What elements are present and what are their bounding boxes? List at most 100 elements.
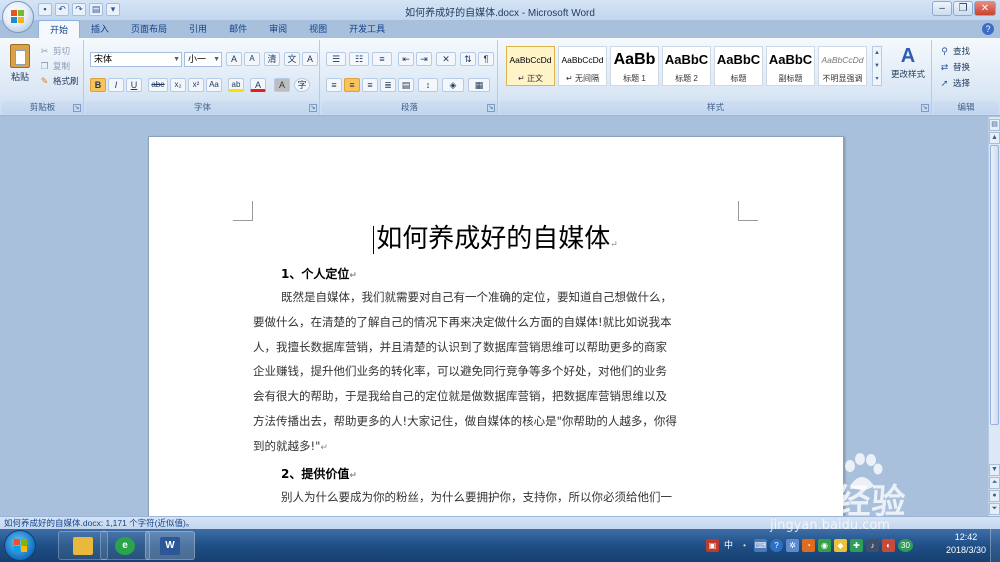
align-center-icon[interactable]: ≡ (344, 78, 360, 92)
font-size-dropdown[interactable]: 小一 ▼ (184, 52, 222, 67)
font-launcher-icon[interactable]: ↘ (309, 104, 317, 112)
minimize-button[interactable]: – (932, 1, 952, 16)
section-paragraph[interactable]: 既然是自媒体，我们就需要对自己有一个准确的定位，要知道自己想做什么， 要做什么，… (253, 285, 741, 461)
styles-launcher-icon[interactable]: ↘ (921, 104, 929, 112)
style-title[interactable]: AaBbC 标题 (714, 46, 763, 86)
enclose-characters-button[interactable]: 字 (294, 78, 310, 92)
tab-developer[interactable]: 开发工具 (338, 20, 396, 38)
shield-tray-icon[interactable]: ✚ (850, 539, 863, 552)
tab-home[interactable]: 开始 (38, 20, 81, 38)
distributed-icon[interactable]: ▤ (398, 78, 414, 92)
taskbar-ie-button[interactable]: e (100, 531, 150, 560)
tab-review[interactable]: 审阅 (258, 20, 298, 38)
vertical-scrollbar[interactable]: ▤ ▲ ▼ ⏶ ● ⏷ (988, 117, 1000, 516)
previous-page-icon[interactable]: ⏶ (989, 477, 1000, 489)
bullets-icon[interactable]: ☰ (326, 52, 346, 66)
character-border-icon[interactable]: A (302, 52, 318, 66)
show-marks-icon[interactable]: ¶ (478, 52, 494, 66)
chat-tray-icon[interactable]: ◔ (802, 539, 815, 552)
document-page[interactable]: 如何养成好的自媒体↵ 1、个人定位↵ 既然是自媒体，我们就需要对自己有一个准确的… (148, 136, 844, 516)
scroll-down-icon[interactable]: ▼ (989, 464, 1000, 476)
close-button[interactable]: ✕ (974, 1, 996, 16)
font-color-button[interactable]: A (250, 78, 266, 92)
select-button[interactable]: ➚ 选择 (938, 76, 970, 90)
styles-scroll[interactable]: ▲ ▼ ▾ (872, 46, 882, 86)
italic-button[interactable]: I (108, 78, 124, 92)
network-tray-icon[interactable]: ◐ (882, 539, 895, 552)
keyboard-tray-icon[interactable]: ⌨ (754, 539, 767, 552)
tab-references[interactable]: 引用 (178, 20, 218, 38)
numbering-icon[interactable]: ☷ (349, 52, 369, 66)
decrease-indent-icon[interactable]: ⇤ (398, 52, 414, 66)
help-tray-icon[interactable]: ? (770, 539, 783, 552)
paragraph-shading-icon[interactable]: ◈ (442, 78, 464, 92)
underline-button[interactable]: U (126, 78, 142, 92)
office-button[interactable] (2, 1, 34, 33)
phonetic-guide-icon[interactable]: 文 (284, 52, 300, 66)
chinese-layout-icon[interactable]: ✕ (436, 52, 456, 66)
find-button[interactable]: ⚲ 查找 (938, 44, 970, 58)
document-title[interactable]: 如何养成好的自媒体↵ (253, 223, 738, 261)
highlight-button[interactable]: ab (228, 78, 244, 92)
change-case-button[interactable]: Aa (206, 78, 222, 92)
borders-icon[interactable]: ▦ (468, 78, 490, 92)
clock[interactable]: 12:42 2018/3/30 (946, 531, 986, 557)
style-normal[interactable]: AaBbCcDd ↵ 正文 (506, 46, 555, 86)
sort-icon[interactable]: ⇅ (460, 52, 476, 66)
start-button[interactable] (4, 530, 36, 561)
status-text[interactable]: 如何养成好的自媒体.docx: 1,171 个字符(近似值)。 (4, 518, 194, 528)
dot-tray-icon[interactable]: • (738, 539, 751, 552)
style-no-spacing[interactable]: AaBbCcDd ↵ 无间隔 (558, 46, 607, 86)
settings-tray-icon[interactable]: ✲ (786, 539, 799, 552)
increase-indent-icon[interactable]: ⇥ (416, 52, 432, 66)
document-area[interactable]: 如何养成好的自媒体↵ 1、个人定位↵ 既然是自媒体，我们就需要对自己有一个准确的… (0, 117, 988, 516)
badge-tray-icon[interactable]: 30 (898, 539, 913, 552)
scroll-thumb[interactable] (990, 145, 999, 425)
superscript-button[interactable]: x² (188, 78, 204, 92)
clear-formatting-icon[interactable]: 清 (264, 52, 280, 66)
strikethrough-button[interactable]: abe (148, 78, 168, 92)
copy-button[interactable]: ❐ 复制 (38, 59, 70, 73)
ruler-toggle-icon[interactable]: ▤ (989, 119, 1000, 131)
change-styles-button[interactable]: A 更改样式 (886, 44, 930, 80)
subscript-button[interactable]: x₂ (170, 78, 186, 92)
grow-font-icon[interactable]: A (226, 52, 242, 66)
character-shading-button[interactable]: A (274, 78, 290, 92)
tab-page-layout[interactable]: 页面布局 (120, 20, 178, 38)
clipboard-launcher-icon[interactable]: ↘ (73, 104, 81, 112)
style-heading-1[interactable]: AaBb 标题 1 (610, 46, 659, 86)
bold-button[interactable]: B (90, 78, 106, 92)
font-name-dropdown[interactable]: 宋体 ▼ (90, 52, 182, 67)
select-browse-object-icon[interactable]: ● (989, 490, 1000, 502)
scroll-up-icon[interactable]: ▲ (989, 132, 1000, 144)
line-spacing-icon[interactable]: ↕ (418, 78, 438, 92)
paragraph-launcher-icon[interactable]: ↘ (487, 104, 495, 112)
paste-button[interactable]: 粘贴 (8, 44, 32, 83)
section-heading[interactable]: 2、提供价值↵ (281, 465, 357, 482)
section-heading[interactable]: 1、个人定位↵ (281, 265, 357, 282)
format-painter-button[interactable]: ✎ 格式刷 (38, 74, 79, 88)
maximize-button[interactable]: ❐ (953, 1, 973, 16)
shrink-font-icon[interactable]: A (244, 52, 260, 66)
cut-button[interactable]: ✂ 剪切 (38, 44, 70, 58)
next-page-icon[interactable]: ⏷ (989, 503, 1000, 515)
replace-button[interactable]: ⇄ 替换 (938, 60, 970, 74)
multilevel-list-icon[interactable]: ≡ (372, 52, 392, 66)
help-icon[interactable]: ? (982, 23, 994, 35)
tab-mailings[interactable]: 邮件 (218, 20, 258, 38)
tab-insert[interactable]: 插入 (80, 20, 120, 38)
tab-view[interactable]: 视图 (298, 20, 338, 38)
style-subtitle[interactable]: AaBbC 副标题 (766, 46, 815, 86)
style-heading-2[interactable]: AaBbC 标题 2 (662, 46, 711, 86)
audio-tray-icon[interactable]: ♪ (866, 539, 879, 552)
cloud-tray-icon[interactable]: ◆ (834, 539, 847, 552)
show-desktop-button[interactable] (990, 529, 1000, 562)
align-left-icon[interactable]: ≡ (326, 78, 342, 92)
align-right-icon[interactable]: ≡ (362, 78, 378, 92)
ime-indicator[interactable]: 中 (722, 539, 735, 552)
section-paragraph[interactable]: 别人为什么要成为你的粉丝，为什么要拥护你，支持你，所以你必须给他们一 (253, 485, 741, 510)
security-tray-icon[interactable]: ◉ (818, 539, 831, 552)
flag-tray-icon[interactable]: ▣ (706, 539, 719, 552)
taskbar-word-button[interactable]: W (145, 531, 195, 560)
style-subtle-emphasis[interactable]: AaBbCcDd 不明显强调 (818, 46, 867, 86)
